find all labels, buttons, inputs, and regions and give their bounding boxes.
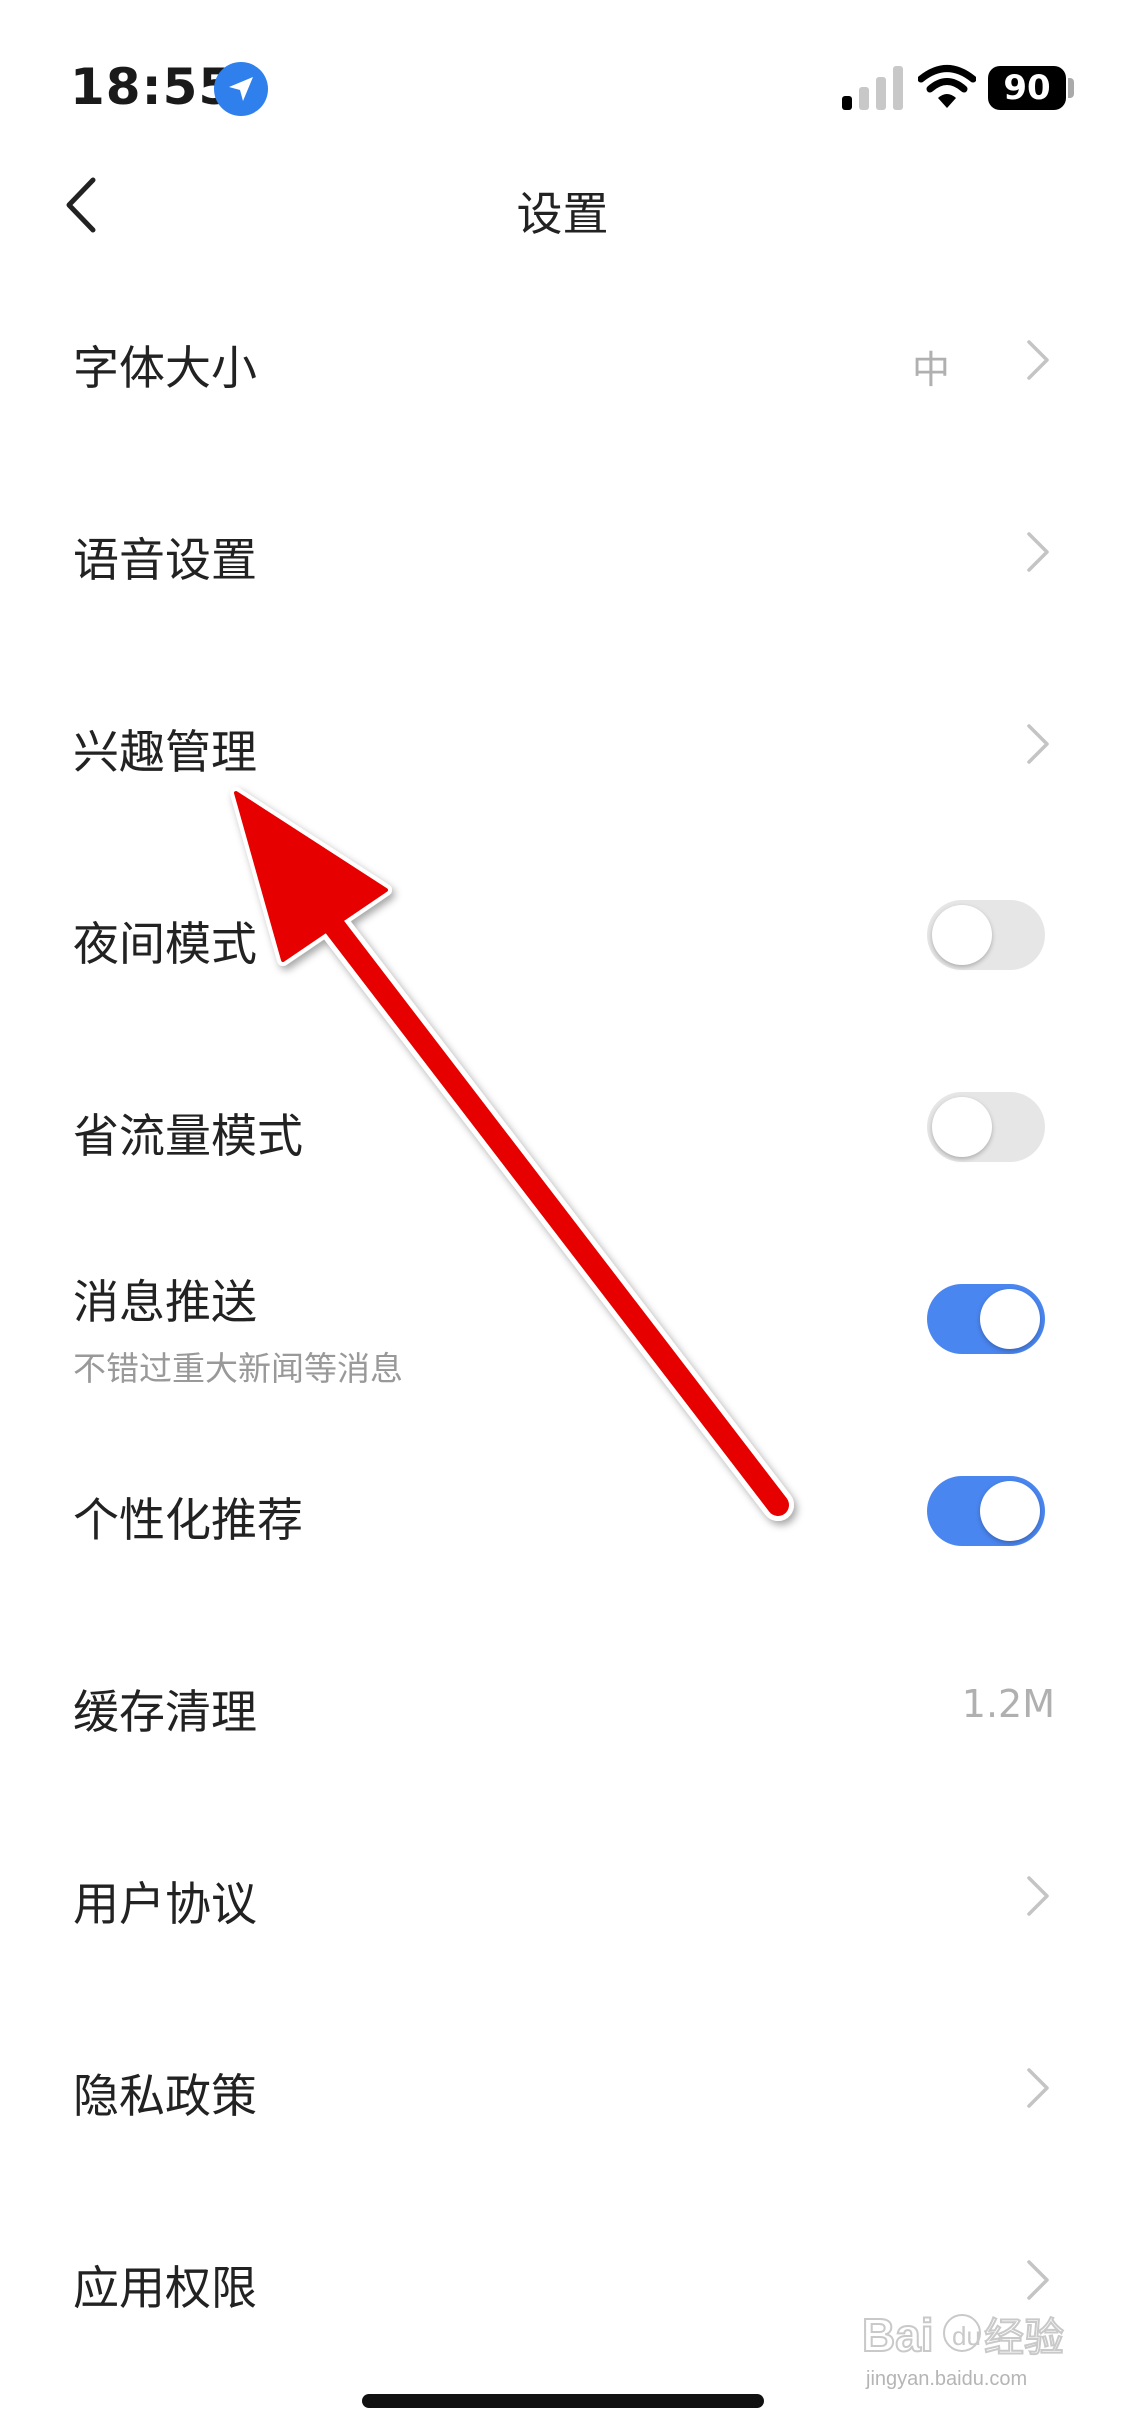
settings-row-font-size[interactable]: 字体大小 中	[0, 264, 1125, 456]
settings-row-personalized: 个性化推荐	[0, 1416, 1125, 1608]
page-title: 设置	[516, 187, 609, 241]
row-label: 省流量模式	[73, 1109, 303, 1163]
svg-text:Bai: Bai	[862, 2309, 934, 2361]
svg-text:经验: 经验	[984, 2315, 1064, 2361]
row-label: 语音设置	[73, 533, 257, 587]
settings-row-cache[interactable]: 缓存清理 1.2M	[0, 1608, 1125, 1800]
chevron-right-icon	[1027, 2068, 1049, 2108]
row-label: 应用权限	[73, 2261, 257, 2315]
settings-row-user-agreement[interactable]: 用户协议	[0, 1800, 1125, 1992]
row-label: 兴趣管理	[73, 725, 257, 779]
settings-row-interests[interactable]: 兴趣管理	[0, 648, 1125, 840]
home-indicator[interactable]	[362, 2394, 764, 2408]
personalized-toggle[interactable]	[927, 1476, 1045, 1546]
svg-text:du: du	[952, 2321, 981, 2351]
nav-bar: 设置	[0, 150, 1125, 260]
font-size-value: 中	[911, 348, 950, 392]
night-mode-toggle[interactable]	[927, 900, 1045, 970]
toggle-knob	[932, 905, 992, 965]
chevron-right-icon	[1027, 2260, 1049, 2300]
wifi-icon	[918, 65, 976, 108]
row-label: 用户协议	[73, 1877, 257, 1931]
row-label: 消息推送	[73, 1275, 257, 1329]
chevron-right-icon	[1027, 532, 1049, 572]
location-icon	[214, 62, 268, 116]
row-label: 字体大小	[73, 341, 257, 395]
row-label: 夜间模式	[73, 917, 257, 971]
row-label: 隐私政策	[73, 2069, 257, 2123]
chevron-right-icon	[1027, 724, 1049, 764]
chevron-right-icon	[1027, 1876, 1049, 1916]
row-sublabel: 不错过重大新闻等消息	[73, 1349, 403, 1388]
clock: 18:55	[70, 58, 235, 116]
settings-row-data-saver: 省流量模式	[0, 1032, 1125, 1224]
toggle-knob	[932, 1097, 992, 1157]
battery-tip	[1068, 78, 1074, 98]
toggle-knob	[980, 1481, 1040, 1541]
toggle-knob	[980, 1289, 1040, 1349]
cache-size-value: 1.2M	[961, 1682, 1055, 1726]
chevron-right-icon	[1027, 340, 1049, 380]
watermark-url: jingyan.baidu.com	[865, 2368, 1027, 2390]
settings-row-voice[interactable]: 语音设置	[0, 456, 1125, 648]
baidu-watermark-logo: Bai 经验 du jingyan.baidu.com	[861, 2308, 1065, 2390]
data-saver-toggle[interactable]	[927, 1092, 1045, 1162]
battery-icon: 90	[988, 66, 1066, 110]
settings-row-night-mode: 夜间模式	[0, 840, 1125, 1032]
settings-row-privacy[interactable]: 隐私政策	[0, 1992, 1125, 2184]
push-toggle[interactable]	[927, 1284, 1045, 1354]
row-label: 缓存清理	[73, 1685, 257, 1739]
status-bar: 18:55 90	[0, 0, 1125, 150]
cellular-signal-icon	[842, 66, 903, 110]
settings-row-push: 消息推送 不错过重大新闻等消息	[0, 1224, 1125, 1416]
row-label: 个性化推荐	[73, 1493, 303, 1547]
